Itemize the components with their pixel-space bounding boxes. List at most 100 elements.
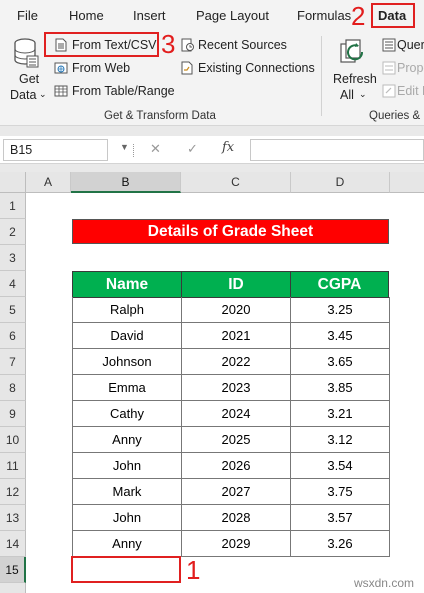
table-cell-name[interactable]: Mark	[73, 479, 182, 505]
column-header-d[interactable]: D	[291, 172, 390, 193]
row-header[interactable]: 5	[0, 297, 26, 323]
table-cell-id[interactable]: 2025	[182, 427, 291, 453]
ribbon-group-separator	[321, 36, 322, 116]
row-header[interactable]: 3	[0, 245, 26, 271]
properties-icon	[382, 61, 396, 75]
tab-formulas[interactable]: Formulas	[297, 8, 351, 23]
ribbon-tab-bar: File Home Insert Page Layout Formulas Da…	[0, 0, 424, 30]
row-header[interactable]: 6	[0, 323, 26, 349]
table-cell-cgpa[interactable]: 3.54	[291, 453, 390, 479]
globe-icon	[54, 62, 68, 74]
table-cell-cgpa[interactable]: 3.57	[291, 505, 390, 531]
group-queries-label: Queries &	[369, 110, 421, 122]
data-tab-highlight	[371, 3, 415, 28]
chevron-down-icon: ⌄	[359, 89, 367, 99]
from-table-range-button[interactable]: From Table/Range	[52, 82, 175, 100]
column-header-e[interactable]	[390, 172, 424, 193]
table-cell-id[interactable]: 2022	[182, 349, 291, 375]
formula-bar-spacer	[0, 164, 424, 172]
table-cell-id[interactable]: 2024	[182, 401, 291, 427]
table-cell-cgpa[interactable]: 3.65	[291, 349, 390, 375]
existing-connections-button[interactable]: Existing Connections	[178, 59, 318, 77]
edit-links-button[interactable]: Edit L	[380, 82, 424, 100]
table-cell-name[interactable]: Emma	[73, 375, 182, 401]
row-header[interactable]: 13	[0, 505, 26, 531]
refresh-all-button[interactable]: Refresh All ⌄	[328, 36, 377, 106]
table-cell-name[interactable]: David	[73, 323, 182, 349]
row-header[interactable]: 4	[0, 271, 26, 297]
table-header-id[interactable]: ID	[181, 271, 291, 298]
table-cell-id[interactable]: 2029	[182, 531, 291, 557]
sheet-title[interactable]: Details of Grade Sheet	[72, 219, 389, 244]
table-cell-cgpa[interactable]: 3.26	[291, 531, 390, 557]
formula-bar-separator	[133, 144, 135, 157]
recent-sources-label: Recent Sources	[198, 38, 287, 52]
select-all-corner[interactable]	[0, 172, 26, 193]
from-web-button[interactable]: From Web	[52, 59, 158, 77]
table-cell-id[interactable]: 2028	[182, 505, 291, 531]
from-table-range-label: From Table/Range	[72, 84, 175, 98]
annotation-step-1: 1	[186, 555, 201, 585]
tab-file[interactable]: File	[17, 8, 38, 23]
selected-cell-b15[interactable]	[71, 556, 181, 583]
properties-button[interactable]: Prope	[380, 59, 424, 77]
ribbon-data: Get Data ⌄ From Text/CSV 3 From Web From…	[0, 30, 424, 126]
refresh-icon	[340, 39, 364, 63]
row-header[interactable]: 11	[0, 453, 26, 479]
refresh-all-label-2: All	[340, 88, 354, 102]
table-cell-name[interactable]: Anny	[73, 427, 182, 453]
table-cell-id[interactable]: 2026	[182, 453, 291, 479]
table-cell-name[interactable]: Anny	[73, 531, 182, 557]
column-header-c[interactable]: C	[181, 172, 291, 193]
table-cell-id[interactable]: 2021	[182, 323, 291, 349]
queries-connections-button[interactable]: Quer	[380, 36, 424, 54]
table-cell-cgpa[interactable]: 3.75	[291, 479, 390, 505]
annotation-step-3: 3	[161, 29, 176, 59]
get-data-button[interactable]: Get Data ⌄	[6, 36, 47, 106]
watermark: wsxdn.com	[353, 576, 414, 590]
table-cell-cgpa[interactable]: 3.12	[291, 427, 390, 453]
table-header-cgpa[interactable]: CGPA	[290, 271, 389, 298]
column-header-b[interactable]: B	[71, 172, 181, 193]
get-data-label-1: Get	[19, 72, 40, 86]
from-web-label: From Web	[72, 61, 131, 75]
formula-input[interactable]	[250, 139, 424, 161]
row-header[interactable]: 10	[0, 427, 26, 453]
tab-insert[interactable]: Insert	[133, 8, 166, 23]
row-header[interactable]	[0, 583, 26, 593]
table-cell-name[interactable]: Ralph	[73, 297, 182, 323]
name-box-dropdown-icon[interactable]: ▼	[120, 142, 129, 152]
table-cell-id[interactable]: 2023	[182, 375, 291, 401]
cancel-icon[interactable]: ✕	[150, 141, 161, 157]
formula-bar: B15 ▼ ✕ ✓ fx	[0, 136, 424, 164]
name-box[interactable]: B15	[3, 139, 108, 161]
table-cell-cgpa[interactable]: 3.85	[291, 375, 390, 401]
row-header-selected[interactable]: 15	[0, 557, 26, 583]
row-header[interactable]: 9	[0, 401, 26, 427]
tab-home[interactable]: Home	[69, 8, 104, 23]
row-header[interactable]: 7	[0, 349, 26, 375]
tab-page-layout[interactable]: Page Layout	[196, 8, 269, 23]
table-cell-cgpa[interactable]: 3.45	[291, 323, 390, 349]
table-cell-name[interactable]: Cathy	[73, 401, 182, 427]
table-cell-name[interactable]: Johnson	[73, 349, 182, 375]
table-cell-name[interactable]: John	[73, 453, 182, 479]
table-header-name[interactable]: Name	[72, 271, 182, 298]
row-header[interactable]: 2	[0, 219, 26, 245]
existing-connections-label: Existing Connections	[198, 61, 315, 75]
table-cell-id[interactable]: 2027	[182, 479, 291, 505]
row-header[interactable]: 14	[0, 531, 26, 557]
insert-function-icon[interactable]: fx	[222, 140, 234, 155]
row-header[interactable]: 1	[0, 193, 26, 219]
recent-sources-button[interactable]: Recent Sources	[178, 36, 308, 54]
from-text-csv-highlight	[44, 32, 159, 57]
annotation-step-2: 2	[351, 1, 366, 31]
table-cell-cgpa[interactable]: 3.25	[291, 297, 390, 323]
row-header[interactable]: 12	[0, 479, 26, 505]
column-header-a[interactable]: A	[26, 172, 71, 193]
row-header[interactable]: 8	[0, 375, 26, 401]
enter-check-icon[interactable]: ✓	[187, 141, 198, 157]
table-cell-cgpa[interactable]: 3.21	[291, 401, 390, 427]
table-cell-name[interactable]: John	[73, 505, 182, 531]
table-cell-id[interactable]: 2020	[182, 297, 291, 323]
